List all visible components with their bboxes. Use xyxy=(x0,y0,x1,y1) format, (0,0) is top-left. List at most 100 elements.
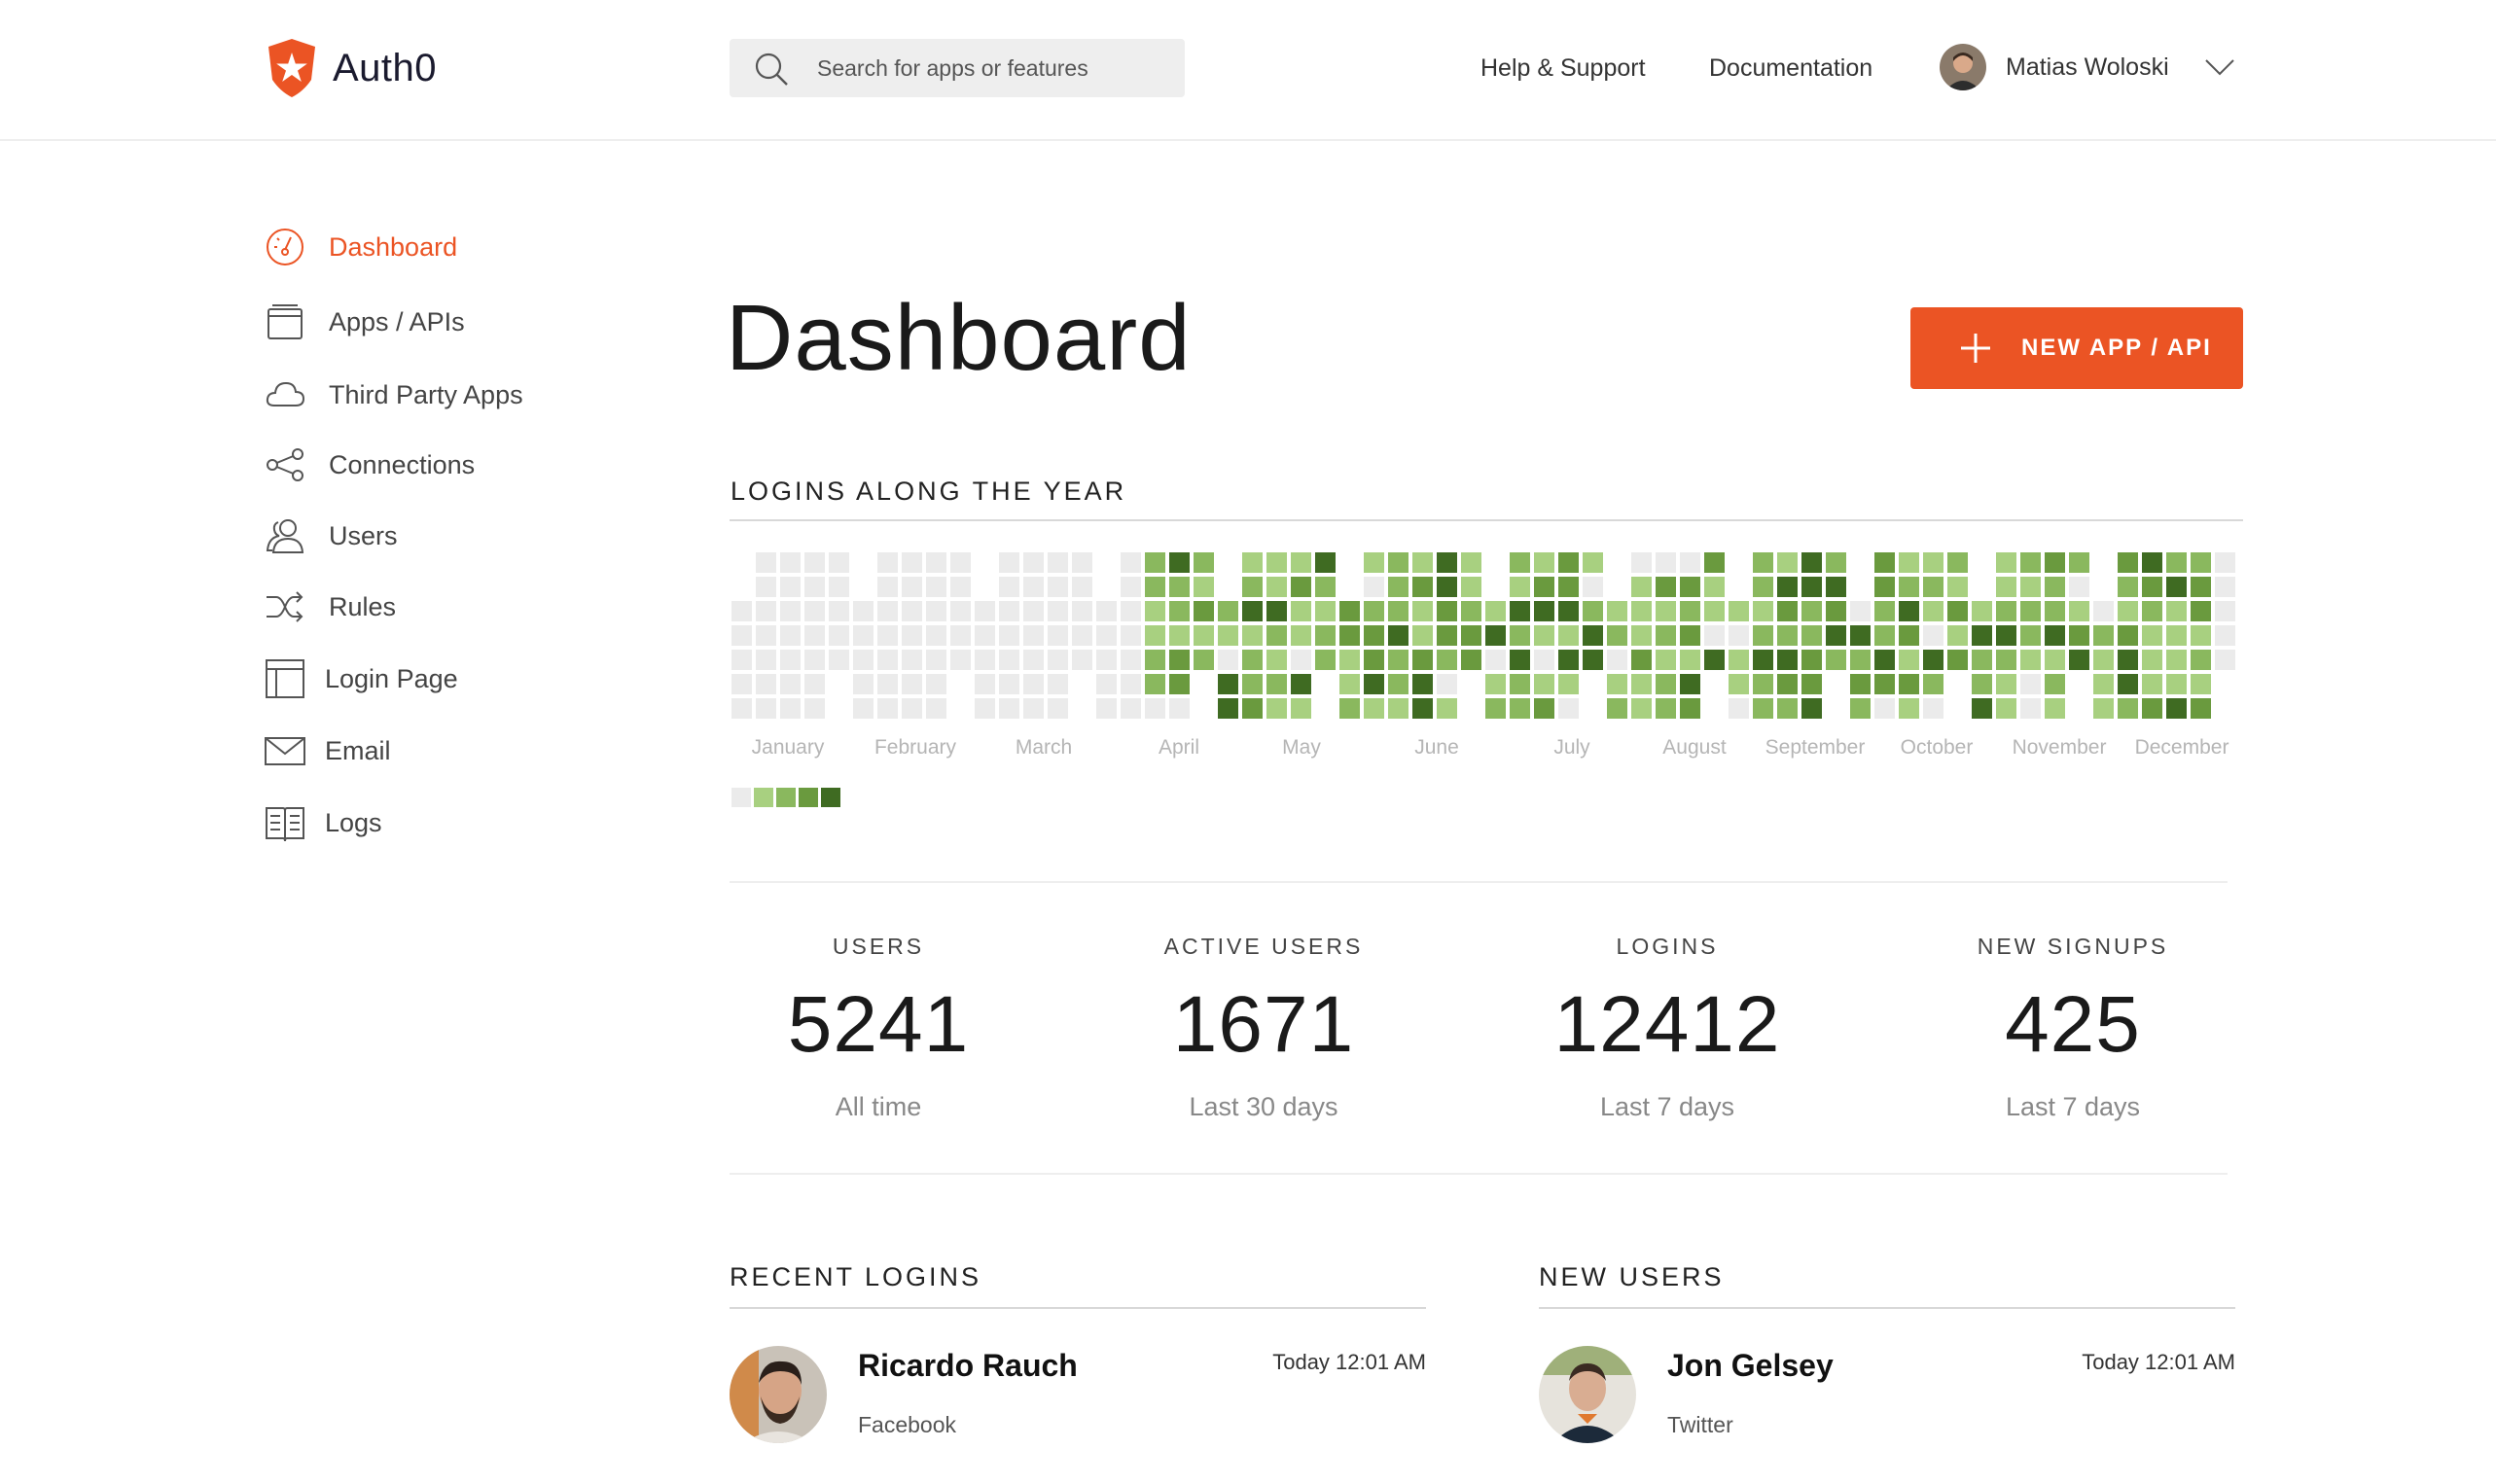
new-user-item[interactable]: Jon Gelsey Twitter Today 12:01 AM xyxy=(1539,1346,2235,1443)
heatmap-cell xyxy=(1996,625,2016,646)
heatmap-cell xyxy=(2166,577,2187,597)
heatmap-cell xyxy=(1437,625,1457,646)
sidebar-item-login-page[interactable]: Login Page xyxy=(265,657,458,700)
sidebar-item-third-party-apps[interactable]: Third Party Apps xyxy=(265,373,523,416)
stat-active-users-label: ACTIVE USERS xyxy=(1163,934,1364,959)
heatmap-cell xyxy=(1388,552,1408,573)
heatmap-cell xyxy=(1364,552,1384,573)
heatmap-cell xyxy=(1510,577,1530,597)
heatmap-cell xyxy=(1631,625,1652,646)
heatmap-cell xyxy=(975,698,995,719)
heatmap-cell xyxy=(926,650,946,670)
heatmap-cell xyxy=(1680,698,1700,719)
heatmap-cell xyxy=(2045,698,2065,719)
heatmap-cell xyxy=(1996,601,2016,621)
heatmap-cell xyxy=(1023,552,1044,573)
heatmap-cell xyxy=(2191,601,2211,621)
heatmap-cell xyxy=(1461,601,1481,621)
heatmap-cell xyxy=(2118,698,2138,719)
heatmap-cell xyxy=(1121,577,1141,597)
heatmap-cell xyxy=(1485,698,1506,719)
heatmap-cell xyxy=(1680,601,1700,621)
heatmap-cell xyxy=(756,601,776,621)
search-input[interactable] xyxy=(817,39,1167,97)
heatmap-cell xyxy=(1753,698,1773,719)
heatmap-cell xyxy=(1899,552,1919,573)
heatmap-cell xyxy=(1048,552,1068,573)
heatmap-cell xyxy=(780,650,801,670)
heatmap-cell xyxy=(2191,698,2211,719)
heatmap-cell xyxy=(731,650,752,670)
heatmap-cell xyxy=(1947,552,1968,573)
heatmap-cell xyxy=(2142,552,2162,573)
heatmap-cell xyxy=(1121,625,1141,646)
heatmap-cell xyxy=(1850,625,1871,646)
window-icon xyxy=(267,304,303,339)
heatmap-cell xyxy=(756,698,776,719)
heatmap-cell xyxy=(1339,650,1360,670)
page-title: Dashboard xyxy=(726,286,1192,390)
sidebar-item-dashboard[interactable]: Dashboard xyxy=(265,226,457,268)
heatmap-cell xyxy=(1510,674,1530,694)
heatmap-cell xyxy=(1291,698,1311,719)
heatmap-cell xyxy=(1121,552,1141,573)
heatmap-cell xyxy=(1291,625,1311,646)
recent-login-item[interactable]: Ricardo Rauch Facebook Today 12:01 AM xyxy=(730,1346,1426,1443)
heatmap-cell xyxy=(1121,674,1141,694)
sidebar-item-email[interactable]: Email xyxy=(265,729,391,772)
heatmap-cell xyxy=(1218,698,1238,719)
heatmap-cell xyxy=(1485,625,1506,646)
sidebar-item-logs[interactable]: Logs xyxy=(265,801,382,844)
heatmap-cell xyxy=(1558,625,1579,646)
heatmap-cell xyxy=(1631,674,1652,694)
person-name[interactable]: Ricardo Rauch xyxy=(858,1348,1078,1384)
heatmap-cell xyxy=(2191,552,2211,573)
heatmap-cell xyxy=(1461,625,1481,646)
person-time: Today 12:01 AM xyxy=(1272,1350,1426,1374)
heatmap-cell xyxy=(2020,674,2041,694)
heatmap-cell xyxy=(804,650,825,670)
heatmap-cell xyxy=(877,577,898,597)
heatmap-cell xyxy=(2020,698,2041,719)
sidebar-item-apps-apis[interactable]: Apps / APIs xyxy=(265,300,465,343)
heatmap-cell xyxy=(1801,674,1822,694)
heatmap-cell xyxy=(1048,650,1068,670)
user-menu[interactable]: Matias Woloski xyxy=(1940,43,2235,91)
heatmap-cell xyxy=(1023,601,1044,621)
heatmap-cell xyxy=(1534,625,1554,646)
heatmap-cell xyxy=(1096,698,1117,719)
heatmap-cell xyxy=(1461,552,1481,573)
chevron-down-icon[interactable] xyxy=(2204,57,2235,77)
new-app-api-button[interactable]: NEW APP / API xyxy=(1910,307,2243,389)
heatmap-cell xyxy=(1777,601,1798,621)
heatmap-cell xyxy=(1729,698,1749,719)
layout-icon xyxy=(266,659,304,698)
auth0-logo[interactable]: Auth0 xyxy=(265,37,437,99)
heatmap-cell xyxy=(902,674,922,694)
heatmap-cell xyxy=(1169,650,1190,670)
heatmap-cell xyxy=(1558,601,1579,621)
sidebar-item-connections[interactable]: Connections xyxy=(265,443,475,486)
sidebar-item-rules[interactable]: Rules xyxy=(265,585,396,628)
heatmap-cell xyxy=(926,674,946,694)
legend-swatch xyxy=(799,788,818,807)
person-name[interactable]: Jon Gelsey xyxy=(1667,1348,1834,1384)
heatmap-cell xyxy=(2069,625,2089,646)
heatmap-cell xyxy=(1048,674,1068,694)
month-label-july: July xyxy=(1553,736,1590,759)
heatmap-cell xyxy=(1607,698,1627,719)
heatmap-cell xyxy=(2093,601,2114,621)
help-support-link[interactable]: Help & Support xyxy=(1480,54,1646,83)
heatmap-cell xyxy=(2069,577,2089,597)
documentation-link[interactable]: Documentation xyxy=(1709,54,1872,83)
heatmap-cell xyxy=(1388,698,1408,719)
heatmap-cell xyxy=(2142,698,2162,719)
month-label-february: February xyxy=(874,736,957,759)
sidebar-item-users[interactable]: Users xyxy=(265,514,398,557)
heatmap-cell xyxy=(1266,650,1287,670)
heatmap-cell xyxy=(1534,577,1554,597)
stat-users-label: USERS xyxy=(832,934,925,959)
heatmap-cell xyxy=(1996,698,2016,719)
heatmap-cell xyxy=(1996,650,2016,670)
search-bar[interactable] xyxy=(730,39,1185,97)
